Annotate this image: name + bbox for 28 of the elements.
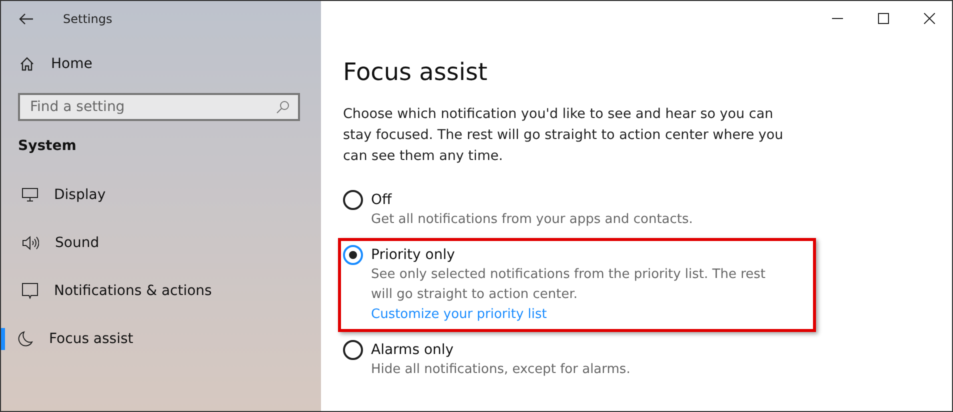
option-description: Get all notifications from your apps and contacts. — [371, 211, 694, 229]
search-field[interactable]: Find a setting — [18, 93, 300, 121]
option-label: Off — [371, 192, 392, 208]
option-description: Hide all notifications, except for alarms. — [371, 361, 632, 379]
close-icon — [924, 13, 934, 24]
minimize-icon — [832, 18, 842, 19]
speaker-icon — [22, 236, 39, 250]
back-arrow-icon[interactable] — [19, 12, 33, 24]
option-description: See only selected notifications from the priority list. The rest will go straight to action center. — [371, 266, 767, 304]
search-icon — [276, 100, 290, 114]
radio-button[interactable] — [343, 340, 363, 360]
sidebar-item[interactable]: Sound — [1, 232, 321, 254]
option-label: Priority only — [371, 247, 455, 263]
moon-icon — [18, 331, 33, 347]
radio-button[interactable] — [343, 245, 363, 265]
section-heading: System — [18, 138, 78, 154]
home-link[interactable]: Home — [19, 56, 92, 72]
maximize-icon — [878, 13, 888, 24]
sidebar-item[interactable]: Display — [1, 184, 321, 206]
home-icon — [19, 56, 35, 72]
option-label: Alarms only — [371, 342, 454, 358]
window-title: Settings — [63, 12, 112, 26]
page-title: Focus assist — [343, 58, 488, 86]
page-description: Choose which notification you'd like to see and hear so you can stay focused. The rest will go straight to action center where you can see them any time. — [343, 105, 784, 166]
radio-button[interactable] — [343, 190, 363, 210]
speech-bubble-icon — [22, 283, 38, 299]
monitor-icon — [22, 188, 38, 202]
sidebar-item[interactable]: Notifications & actions — [1, 280, 321, 302]
